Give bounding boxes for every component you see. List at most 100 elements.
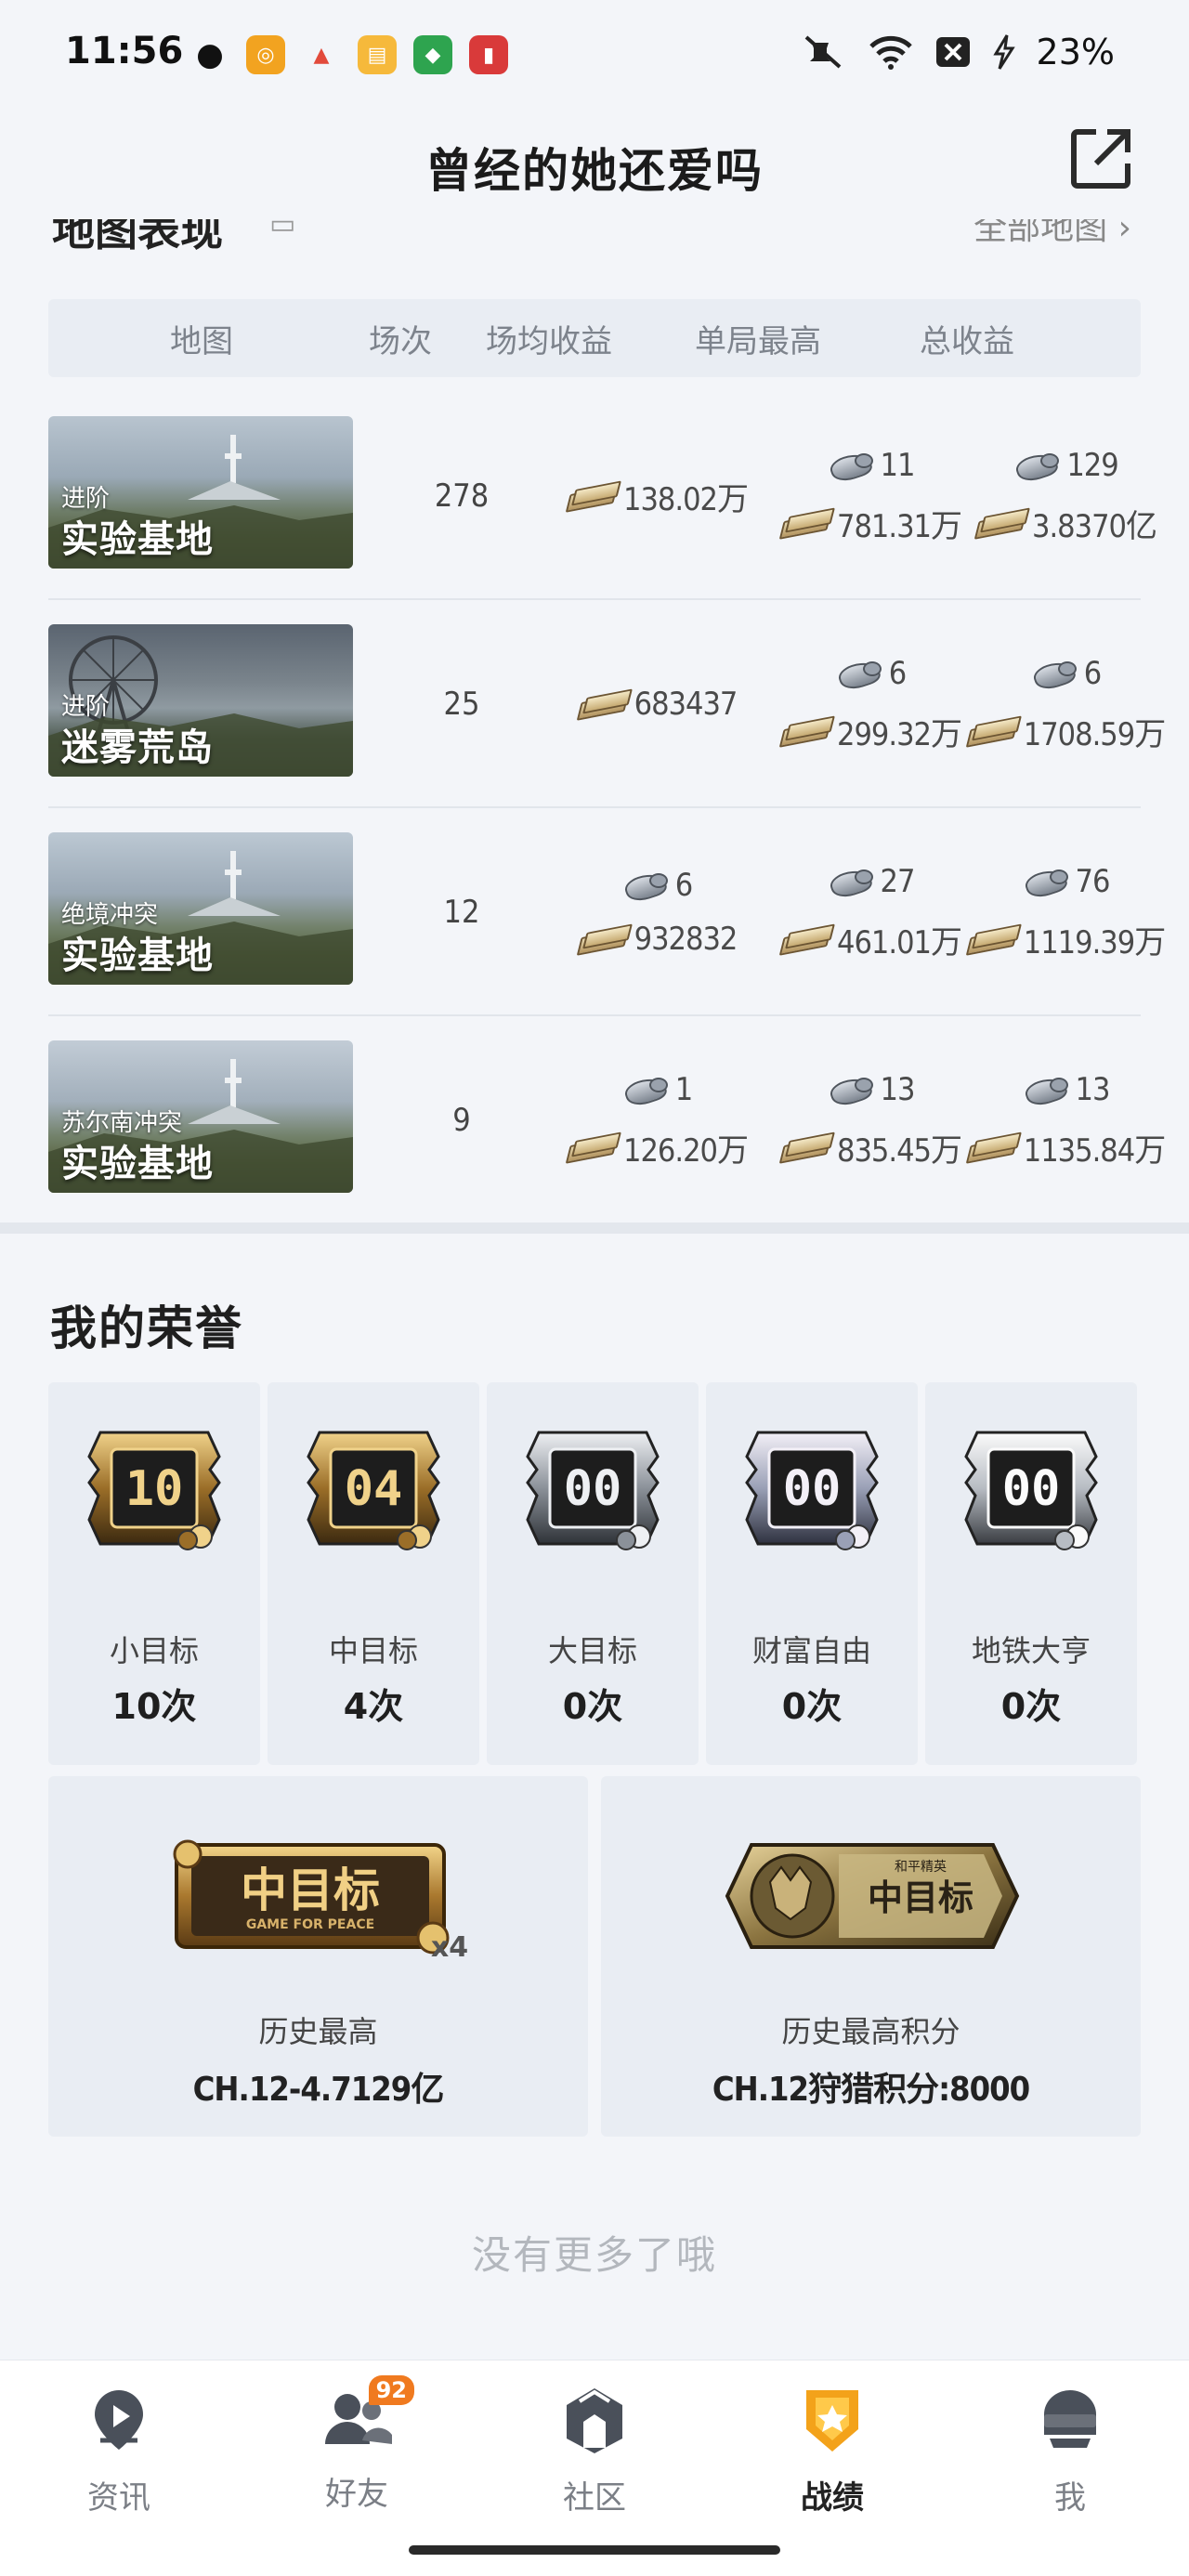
bag-value: 13 xyxy=(1022,1071,1110,1108)
map-name: 实验基地 xyxy=(61,935,214,977)
cash-icon xyxy=(779,717,831,745)
total-cell: 13 1135.84万 xyxy=(963,1016,1168,1224)
tab-community[interactable]: 社区 xyxy=(520,2383,669,2517)
loot-bag-icon xyxy=(835,658,883,689)
max-cell: 13 835.45万 xyxy=(754,1016,986,1224)
badge-count: 10次 xyxy=(111,1686,197,1727)
target-badge-icon: 04 xyxy=(307,1431,440,1550)
badge-number: 00 xyxy=(783,1461,842,1517)
app-icon-4: ◆ xyxy=(413,35,452,74)
record-art-sub-2: 和平精英 xyxy=(895,1859,947,1875)
col-max: 单局最高 xyxy=(695,322,821,360)
wechat-icon: ● xyxy=(196,36,224,73)
cash-icon xyxy=(966,1133,1018,1161)
honor-badge[interactable]: 00 大目标 0次 xyxy=(487,1382,699,1765)
map-name: 实验基地 xyxy=(61,518,214,561)
avg-cell: 6 932832 xyxy=(541,808,773,1016)
record-label: 历史最高积分 xyxy=(781,2014,960,2049)
matches-value: 25 xyxy=(443,686,480,723)
badge-label: 地铁大亨 xyxy=(971,1633,1091,1668)
target-badge-icon: 10 xyxy=(87,1431,221,1550)
loot-bag-icon xyxy=(621,870,670,901)
me-icon xyxy=(1044,2390,1096,2448)
map-row[interactable]: 绝境冲突 实验基地 12 6 932832 27 461.01万 76 1119.39万 xyxy=(48,808,1166,1016)
max-cell: 6 299.32万 xyxy=(754,600,986,808)
record-card-points[interactable]: 中目标 和平精英 历史最高积分 CH.12狩猎积分:8000 xyxy=(601,1776,1141,2137)
matches-cell: 9 xyxy=(392,1016,531,1224)
section-divider xyxy=(0,1223,1189,1234)
tab-news[interactable]: 资讯 xyxy=(45,2383,193,2517)
tab-me[interactable]: 我 xyxy=(996,2383,1144,2517)
battery-percent: 23% xyxy=(1036,32,1115,72)
tab-friends[interactable]: 92 好友 xyxy=(282,2375,431,2514)
record-value: CH.12-4.7129亿 xyxy=(192,2071,445,2109)
record-value: CH.12狩猎积分:8000 xyxy=(712,2071,1030,2109)
home-indicator[interactable] xyxy=(409,2545,780,2555)
badge-label: 中目标 xyxy=(328,1633,418,1668)
status-app-icons: ● ◎ ▲ ▤ ◆ ▮ xyxy=(190,35,508,74)
loot-bag-icon xyxy=(1013,450,1061,481)
max-cell: 11 781.31万 xyxy=(754,392,986,600)
loot-bag-icon xyxy=(827,866,875,897)
map-table-body: 进阶 实验基地 278 138.02万 11 781.31万 129 3.8370亿 进阶 迷雾荒… xyxy=(48,392,1166,1224)
record-art-title-2: 中目标 xyxy=(868,1877,973,1918)
badge-number: 00 xyxy=(1002,1461,1061,1517)
cash-value: 299.32万 xyxy=(779,709,962,754)
col-total: 总收益 xyxy=(920,322,1014,360)
status-bar: 11:56 ● ◎ ▲ ▤ ◆ ▮ 23% xyxy=(0,0,1189,111)
app-icon-2: ▲ xyxy=(313,43,330,67)
bag-value: 76 xyxy=(1022,863,1110,900)
news-icon xyxy=(95,2390,143,2450)
bag-value: 27 xyxy=(827,863,915,900)
record-card-highest[interactable]: 中目标 GAME FOR PEACE x4 历史最高 CH.12-4.7129亿 xyxy=(48,1776,588,2137)
info-icon[interactable]: ▭ xyxy=(269,219,295,241)
charging-icon xyxy=(992,34,1015,70)
map-row[interactable]: 进阶 实验基地 278 138.02万 11 781.31万 129 3.8370亿 xyxy=(48,392,1157,600)
max-cell: 27 461.01万 xyxy=(754,808,986,1016)
cash-icon xyxy=(566,1133,618,1161)
record-label: 历史最高 xyxy=(258,2014,378,2049)
bag-value: 6 xyxy=(621,867,693,904)
all-maps-link[interactable]: 全部地图 › xyxy=(973,219,1131,249)
status-time: 11:56 xyxy=(65,30,184,72)
total-cell: 129 3.8370亿 xyxy=(963,392,1168,600)
cash-icon xyxy=(577,690,629,718)
loot-bag-icon xyxy=(621,1074,670,1105)
cash-value: 3.8370亿 xyxy=(974,501,1157,546)
col-avg: 场均收益 xyxy=(486,322,612,360)
map-section-heading: 地图表现 ▭ 全部地图 › xyxy=(48,219,1141,262)
cash-value: 1135.84万 xyxy=(966,1125,1166,1170)
total-cell: 6 1708.59万 xyxy=(963,600,1168,808)
share-icon[interactable] xyxy=(1068,124,1135,191)
medium-target-plaque-icon: 中目标 GAME FOR PEACE x4 xyxy=(173,1839,468,1964)
cash-value: 835.45万 xyxy=(779,1125,962,1170)
tab-label: 好友 xyxy=(325,2476,388,2513)
mute-icon xyxy=(804,35,841,69)
honor-badges: 10 小目标 10次 04 中目标 4次 00 大目标 0次 00 财富自由 0次 00 地铁大亨 0次 xyxy=(48,1382,1141,1765)
tab-label: 资讯 xyxy=(87,2479,150,2517)
map-row[interactable]: 进阶 迷雾荒岛 25 683437 6 299.32万 6 1708.59万 xyxy=(48,600,1166,808)
honor-badge[interactable]: 00 地铁大亨 0次 xyxy=(925,1382,1137,1765)
honor-badge[interactable]: 04 中目标 4次 xyxy=(268,1382,479,1765)
cash-icon xyxy=(974,509,1026,537)
bag-value: 1 xyxy=(621,1071,693,1108)
honor-badge[interactable]: 10 小目标 10次 xyxy=(48,1382,260,1765)
loot-bag-icon xyxy=(1022,866,1070,897)
cash-value: 1119.39万 xyxy=(966,917,1166,962)
record-art-title: 中目标 xyxy=(241,1863,380,1917)
bag-value: 11 xyxy=(827,447,915,484)
cash-value: 126.20万 xyxy=(566,1125,749,1170)
badge-number: 00 xyxy=(564,1461,622,1517)
wifi-icon xyxy=(869,35,912,70)
tab-label: 社区 xyxy=(563,2479,626,2517)
tab-records[interactable]: 战绩 xyxy=(758,2383,907,2517)
honor-badge[interactable]: 00 财富自由 0次 xyxy=(706,1382,918,1765)
cash-icon xyxy=(566,482,618,510)
map-thumbnail: 进阶 实验基地 xyxy=(48,416,353,569)
cash-value: 683437 xyxy=(577,686,738,723)
badge-number: 10 xyxy=(125,1461,184,1517)
cash-icon xyxy=(577,925,629,953)
cash-icon xyxy=(966,925,1018,953)
map-row[interactable]: 苏尔南冲突 实验基地 9 1 126.20万 13 835.45万 13 1135.84万 xyxy=(48,1016,1166,1224)
honor-records: 中目标 GAME FOR PEACE x4 历史最高 CH.12-4.7129亿… xyxy=(48,1776,1141,2137)
